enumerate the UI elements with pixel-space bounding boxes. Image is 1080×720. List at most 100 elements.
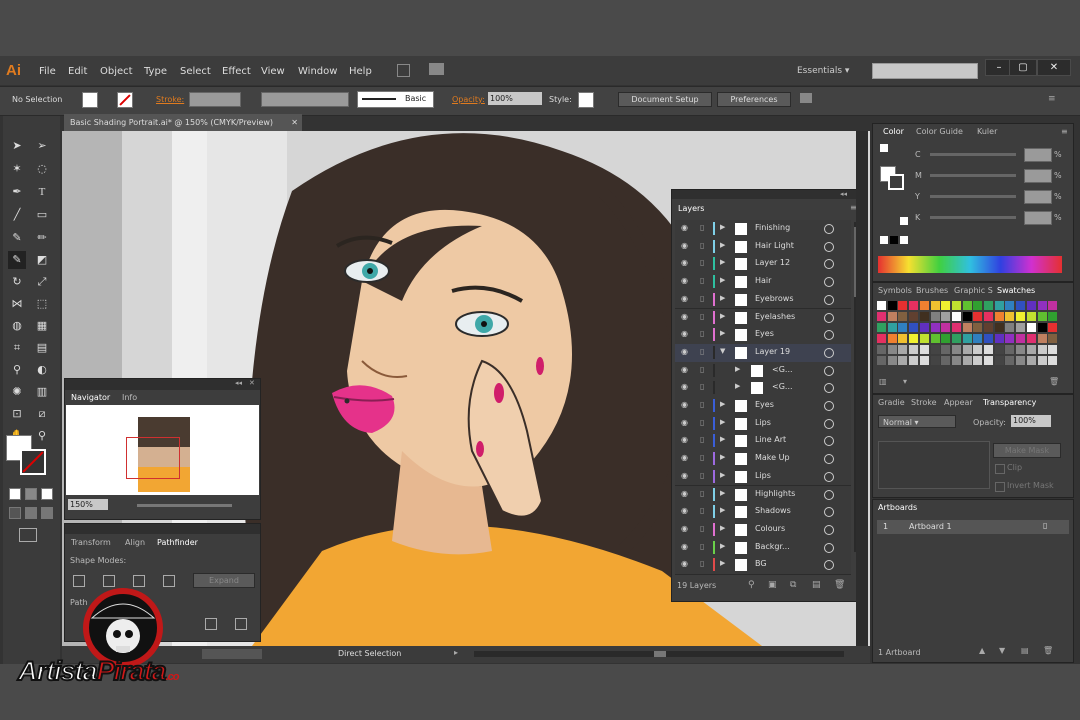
collapse-layers-icon[interactable]: ◂◂ — [840, 190, 847, 198]
yellow-slider[interactable] — [930, 195, 1016, 198]
swatch[interactable] — [962, 312, 972, 321]
move-down-icon[interactable]: ▼ — [999, 646, 1005, 655]
swatch[interactable] — [984, 301, 993, 310]
swatch[interactable] — [984, 334, 993, 343]
variable-width-field[interactable] — [261, 92, 349, 107]
swatch[interactable] — [951, 301, 961, 310]
visibility-eye-icon[interactable]: ◉ — [681, 365, 688, 374]
tab-align[interactable]: Align — [125, 538, 145, 547]
artboard-tool-icon[interactable]: ⊡ — [8, 405, 26, 423]
swatch[interactable] — [973, 323, 983, 332]
swatch[interactable] — [1026, 345, 1036, 354]
swatch[interactable] — [930, 356, 940, 365]
pen-tool-icon[interactable]: ✒ — [8, 183, 26, 201]
swatch[interactable] — [994, 334, 1004, 343]
tab-layers[interactable]: Layers — [678, 204, 704, 213]
selection-tool-icon[interactable]: ➤ — [8, 137, 26, 155]
zoom-tool-icon[interactable]: ⚲ — [33, 427, 51, 445]
layer-row[interactable]: ◉ ▯ ▶ Make Up — [675, 450, 851, 469]
layer-row[interactable]: ◉ ▯ ▶ Layer 12 — [675, 255, 851, 275]
swatch[interactable] — [941, 356, 951, 365]
swatch[interactable] — [1048, 312, 1058, 321]
lock-icon[interactable]: ▯ — [700, 365, 704, 374]
swatch[interactable] — [984, 312, 993, 321]
layer-name[interactable]: Make Up — [755, 453, 790, 462]
color-menu-icon[interactable]: ≡ — [1061, 127, 1068, 136]
new-artboard-icon[interactable]: ▤ — [1021, 646, 1029, 655]
swatch[interactable] — [973, 356, 983, 365]
layer-name[interactable]: Finishing — [755, 223, 790, 232]
layer-name[interactable]: Lips — [755, 418, 771, 427]
draw-normal-icon[interactable] — [9, 507, 21, 519]
swatch[interactable] — [973, 334, 983, 343]
black-slider[interactable] — [930, 216, 1016, 219]
black-input[interactable] — [1024, 211, 1052, 225]
swatch[interactable] — [1026, 301, 1036, 310]
document-tab[interactable]: Basic Shading Portrait.ai* @ 150% (CMYK/… — [64, 114, 302, 131]
swatch[interactable] — [909, 334, 919, 343]
lock-icon[interactable]: ▯ — [700, 241, 704, 250]
visibility-eye-icon[interactable]: ◉ — [681, 294, 688, 303]
swatch[interactable] — [994, 356, 1004, 365]
black-swatch[interactable] — [890, 236, 898, 244]
target-circle-icon[interactable] — [824, 383, 834, 394]
expand-triangle-icon[interactable]: ▶ — [720, 542, 725, 550]
swatch[interactable] — [941, 301, 951, 310]
tab-color-guide[interactable]: Color Guide — [916, 127, 963, 136]
target-circle-icon[interactable] — [824, 436, 834, 447]
lock-icon[interactable]: ▯ — [700, 418, 704, 427]
new-sublayer-icon[interactable]: ⧉ — [790, 580, 796, 590]
tab-gradient[interactable]: Gradie — [878, 398, 905, 407]
menu-edit[interactable]: Edit — [68, 66, 87, 77]
layer-row[interactable]: ◉ ▯ ▶ Hair Light — [675, 237, 851, 257]
gradient-tool-icon[interactable]: ▤ — [33, 339, 51, 357]
lock-icon[interactable]: ▯ — [700, 453, 704, 462]
target-circle-icon[interactable] — [824, 489, 834, 500]
swatch[interactable] — [951, 356, 961, 365]
opacity-input[interactable]: 100% — [488, 92, 542, 105]
invert-mask-checkbox[interactable] — [995, 482, 1005, 492]
swatch[interactable] — [1037, 312, 1047, 321]
menu-effect[interactable]: Effect — [222, 66, 251, 77]
expand-triangle-icon[interactable]: ▶ — [720, 241, 725, 249]
draw-inside-icon[interactable] — [41, 507, 53, 519]
swatch[interactable] — [1037, 323, 1047, 332]
swatch[interactable] — [941, 345, 951, 354]
rotate-tool-icon[interactable]: ↻ — [8, 273, 26, 291]
swatch[interactable] — [919, 345, 929, 354]
layer-row[interactable]: ◉ ▯ ▶ BG — [675, 556, 851, 575]
delete-artboard-icon[interactable]: 🗑 — [1043, 646, 1053, 655]
blob-brush-tool-icon[interactable]: ✎ — [8, 251, 26, 269]
visibility-eye-icon[interactable]: ◉ — [681, 276, 688, 285]
tab-info[interactable]: Info — [122, 393, 137, 402]
layer-name[interactable]: <G... — [772, 365, 793, 374]
lock-icon[interactable]: ▯ — [700, 506, 704, 515]
swatch[interactable] — [1048, 301, 1058, 310]
close-panel-icon[interactable]: ✕ — [249, 379, 255, 387]
swatch[interactable] — [898, 345, 908, 354]
tab-transform[interactable]: Transform — [71, 538, 111, 547]
layer-row[interactable]: ◉ ▯ ▶ Lips — [675, 467, 851, 487]
visibility-eye-icon[interactable]: ◉ — [681, 382, 688, 391]
lock-icon[interactable]: ▯ — [700, 258, 704, 267]
menu-file[interactable]: File — [39, 66, 56, 77]
close-document-icon[interactable]: ✕ — [291, 114, 298, 131]
layer-row[interactable]: ◉ ▯ ▼ Layer 19 — [675, 343, 851, 363]
scale-tool-icon[interactable]: ⤢ — [33, 273, 51, 291]
swatch[interactable] — [1037, 334, 1047, 343]
isolate-icon[interactable] — [800, 93, 812, 103]
width-tool-icon[interactable]: ⋈ — [8, 295, 26, 313]
layer-name[interactable]: Line Art — [755, 435, 786, 444]
tab-pathfinder[interactable]: Pathfinder — [157, 538, 198, 547]
brush-definition[interactable]: Basic — [357, 91, 434, 108]
swatch[interactable] — [962, 301, 972, 310]
visibility-eye-icon[interactable]: ◉ — [681, 471, 688, 480]
swatch[interactable] — [887, 323, 897, 332]
lock-icon[interactable]: ▯ — [700, 559, 704, 568]
none-swatch[interactable] — [880, 236, 888, 244]
color-stroke-box[interactable] — [888, 174, 904, 190]
vertical-scrollbar[interactable] — [856, 131, 868, 646]
expand-triangle-icon[interactable]: ▶ — [720, 489, 725, 497]
layer-row[interactable]: ◉ ▯ ▶ Lips — [675, 414, 851, 434]
swatch[interactable] — [951, 345, 961, 354]
